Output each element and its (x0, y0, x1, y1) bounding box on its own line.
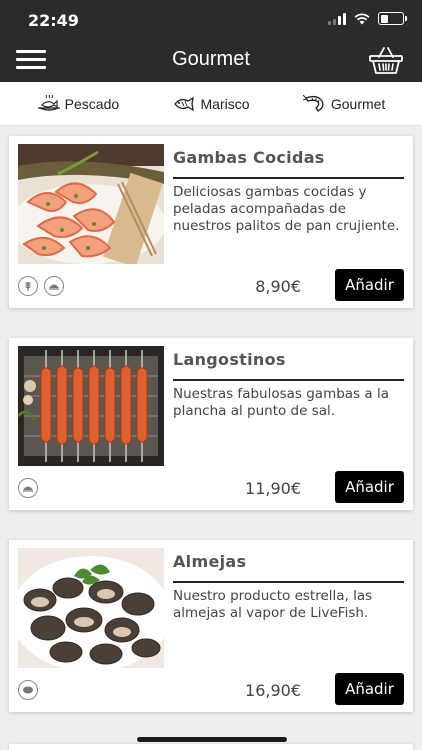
add-to-cart-button[interactable]: Añadir (335, 269, 404, 301)
product-card: Gambas Cocidas Deliciosas gambas cocidas… (9, 136, 413, 308)
tab-pescado-label: Pescado (64, 95, 120, 112)
app-header: Gourmet (0, 38, 422, 82)
title-divider (173, 177, 404, 179)
wifi-icon (354, 12, 370, 24)
product-description: Deliciosas gambas cocidas y peladas acom… (173, 184, 400, 234)
status-icons (328, 12, 407, 25)
product-image (18, 144, 164, 264)
shrimp-icon (302, 94, 324, 112)
tab-gourmet-label: Gourmet (330, 95, 386, 112)
signal-icon (328, 12, 346, 25)
mollusc-icon (18, 680, 38, 700)
allergen-list (18, 276, 64, 296)
tab-marisco-label: Marisco (200, 95, 250, 112)
product-card: Langostinos Nuestras fabulosas gambas a … (9, 338, 413, 510)
product-image (18, 548, 164, 668)
status-time: 22:49 (28, 11, 79, 30)
add-to-cart-button[interactable]: Añadir (335, 673, 404, 705)
shellfish-icon (18, 478, 38, 498)
product-card: Almejas Nuestro producto estrella, las a… (9, 540, 413, 712)
fish-icon (173, 96, 194, 111)
basket-icon[interactable] (368, 44, 404, 76)
fish-plate-icon (37, 94, 60, 111)
tab-gourmet[interactable]: Gourmet (302, 94, 386, 114)
home-indicator[interactable] (137, 737, 287, 742)
tab-marisco[interactable]: Marisco (173, 96, 250, 112)
product-price: 16,90€ (245, 681, 301, 700)
title-divider (173, 581, 404, 583)
product-description: Nuestro producto estrella, las almejas a… (173, 588, 373, 621)
product-price: 8,90€ (255, 277, 301, 296)
category-tabs: Pescado Marisco Gourmet (0, 82, 422, 126)
add-to-cart-button[interactable]: Añadir (335, 471, 404, 503)
shellfish-icon (44, 276, 64, 296)
tab-pescado[interactable]: Pescado (37, 94, 120, 113)
status-bar: 22:49 (0, 0, 422, 38)
title-divider (173, 379, 404, 381)
product-card-partial (9, 744, 413, 750)
allergen-list (18, 680, 38, 700)
product-name: Almejas (173, 552, 247, 571)
product-name: Langostinos (173, 350, 286, 369)
product-image (18, 346, 164, 466)
page-title: Gourmet (172, 48, 250, 70)
product-price: 11,90€ (245, 479, 301, 498)
product-list: Gambas Cocidas Deliciosas gambas cocidas… (0, 126, 422, 750)
product-name: Gambas Cocidas (173, 148, 325, 167)
product-description: Nuestras fabulosas gambas a la plancha a… (173, 386, 389, 419)
gluten-icon (18, 276, 38, 296)
battery-icon (378, 12, 407, 25)
allergen-list (18, 478, 38, 498)
